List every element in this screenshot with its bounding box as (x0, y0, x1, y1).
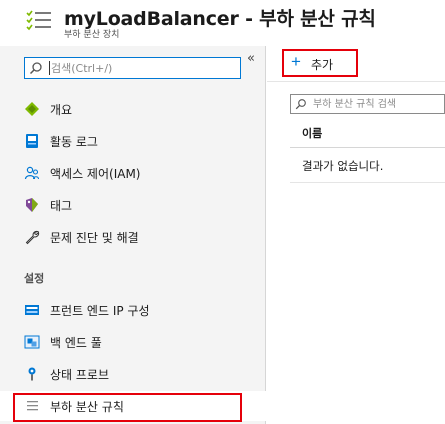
sidebar-item-label: 백 엔드 풀 (50, 336, 102, 350)
sidebar-item-activity-log[interactable]: 활동 로그 (0, 126, 266, 156)
sidebar-item-label: 액세스 제어(IAM) (50, 167, 141, 181)
frontend-ip-icon (25, 305, 39, 315)
sidebar-item-backend-pool[interactable]: 백 엔드 풀 (0, 327, 266, 357)
empty-results-message: 결과가 없습니다. (302, 159, 384, 173)
collapse-menu-button[interactable]: « (247, 51, 255, 66)
page-subtitle: 부하 분산 장치 (64, 30, 120, 40)
wrench-icon (25, 230, 40, 245)
table-header-divider (290, 147, 445, 148)
sidebar-item-label: 개요 (50, 103, 73, 117)
sidebar-item-iam[interactable]: 액세스 제어(IAM) (0, 158, 266, 188)
list-icon (26, 10, 51, 31)
tag-icon (26, 198, 38, 212)
menu-search-input[interactable] (51, 59, 237, 77)
sidebar-item-label: 프런트 엔드 IP 구성 (50, 304, 150, 318)
add-button-highlight-box (282, 49, 358, 77)
search-icon (295, 99, 306, 110)
toolbar-divider (267, 81, 445, 82)
sidebar-item-diagnose[interactable]: 문제 진단 및 해결 (0, 222, 266, 252)
table-row-divider (290, 182, 445, 183)
backend-pool-icon (24, 335, 40, 349)
menu-search-box[interactable] (24, 57, 241, 79)
resource-menu: « 개요 활동 로그 액세스 제어(IAM) (0, 46, 266, 424)
sidebar-item-label: 문제 진단 및 해결 (50, 231, 139, 245)
sidebar-item-label: 활동 로그 (50, 135, 98, 149)
sidebar-item-tags[interactable]: 태그 (0, 190, 266, 220)
rules-filter-box[interactable] (290, 94, 445, 114)
iam-users-icon (24, 166, 40, 180)
section-heading-settings: 설정 (24, 272, 45, 285)
search-icon (29, 62, 42, 75)
blade-header: myLoadBalancer - 부하 분산 규칙 부하 분산 장치 (0, 0, 445, 46)
activity-log-icon (26, 134, 38, 148)
selection-highlight-box (13, 393, 242, 422)
text-caret (49, 61, 50, 75)
sidebar-item-label: 태그 (50, 199, 73, 213)
column-header-name[interactable]: 이름 (302, 125, 322, 141)
overview-diamond-icon (25, 102, 39, 116)
health-probe-icon (28, 367, 36, 381)
rules-blade-content: + 추가 이름 결과가 없습니다. (267, 46, 445, 424)
rules-filter-input[interactable] (313, 96, 443, 112)
sidebar-item-overview[interactable]: 개요 (0, 94, 266, 124)
sidebar-item-health-probe[interactable]: 상태 프로브 (0, 359, 266, 389)
sidebar-item-frontend-ip[interactable]: 프런트 엔드 IP 구성 (0, 295, 266, 325)
sidebar-item-label: 상태 프로브 (50, 368, 110, 382)
